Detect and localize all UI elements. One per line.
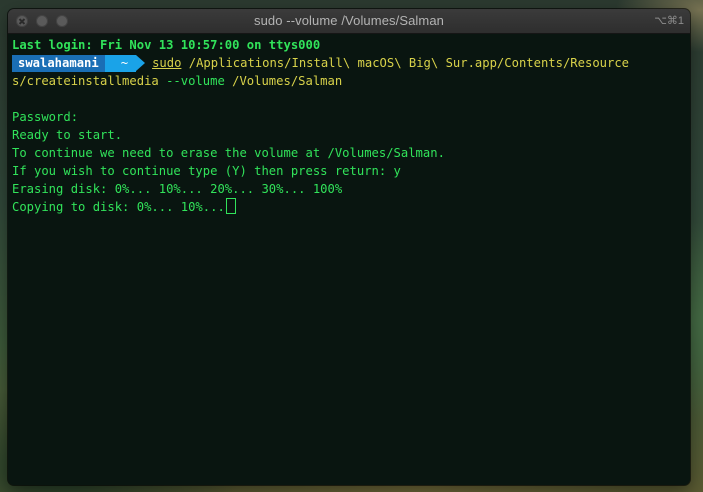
command-line: sudo /Applications/Install\ macOS\ Big\ … — [152, 56, 629, 70]
last-login-line: Last login: Fri Nov 13 10:57:00 on ttys0… — [12, 38, 321, 52]
window-title: sudo --volume /Volumes/Salman — [253, 13, 445, 28]
prompt-user: swalahamani — [12, 54, 114, 72]
output-line: Ready to start. — [12, 128, 123, 142]
output-line: Password: — [12, 110, 79, 124]
command-path: /Applications/Install\ macOS\ Big\ Sur.a… — [181, 56, 630, 70]
shell-prompt: swalahamani ~ sudo /Applications/Install… — [12, 54, 629, 72]
output-line: Erasing disk: 0%... 10%... 20%... 30%...… — [12, 182, 343, 196]
prompt-directory: ~ — [104, 54, 146, 72]
title-bar[interactable]: sudo --volume /Volumes/Salman ⌥⌘1 — [8, 9, 690, 34]
command-volume: /Volumes/Salman — [232, 74, 343, 88]
command-path-wrap: s/createinstallmedia — [12, 74, 159, 88]
terminal-cursor — [225, 198, 236, 214]
terminal-window[interactable]: sudo --volume /Volumes/Salman ⌥⌘1 Last l… — [8, 9, 690, 485]
terminal-content[interactable]: Last login: Fri Nov 13 10:57:00 on ttys0… — [8, 34, 690, 485]
command-sudo: sudo — [152, 56, 182, 70]
output-line: If you wish to continue type (Y) then pr… — [12, 164, 401, 178]
output-progress-text: Copying to disk: 0%... 10%... — [12, 200, 225, 214]
command-flag: --volume — [158, 74, 233, 88]
output-line: To continue we need to erase the volume … — [12, 146, 445, 160]
output-line-current: Copying to disk: 0%... 10%... — [12, 198, 236, 216]
command-line-wrap: s/createinstallmedia --volume /Volumes/S… — [12, 72, 342, 90]
window-shortcut-label: ⌥⌘1 — [654, 15, 684, 27]
